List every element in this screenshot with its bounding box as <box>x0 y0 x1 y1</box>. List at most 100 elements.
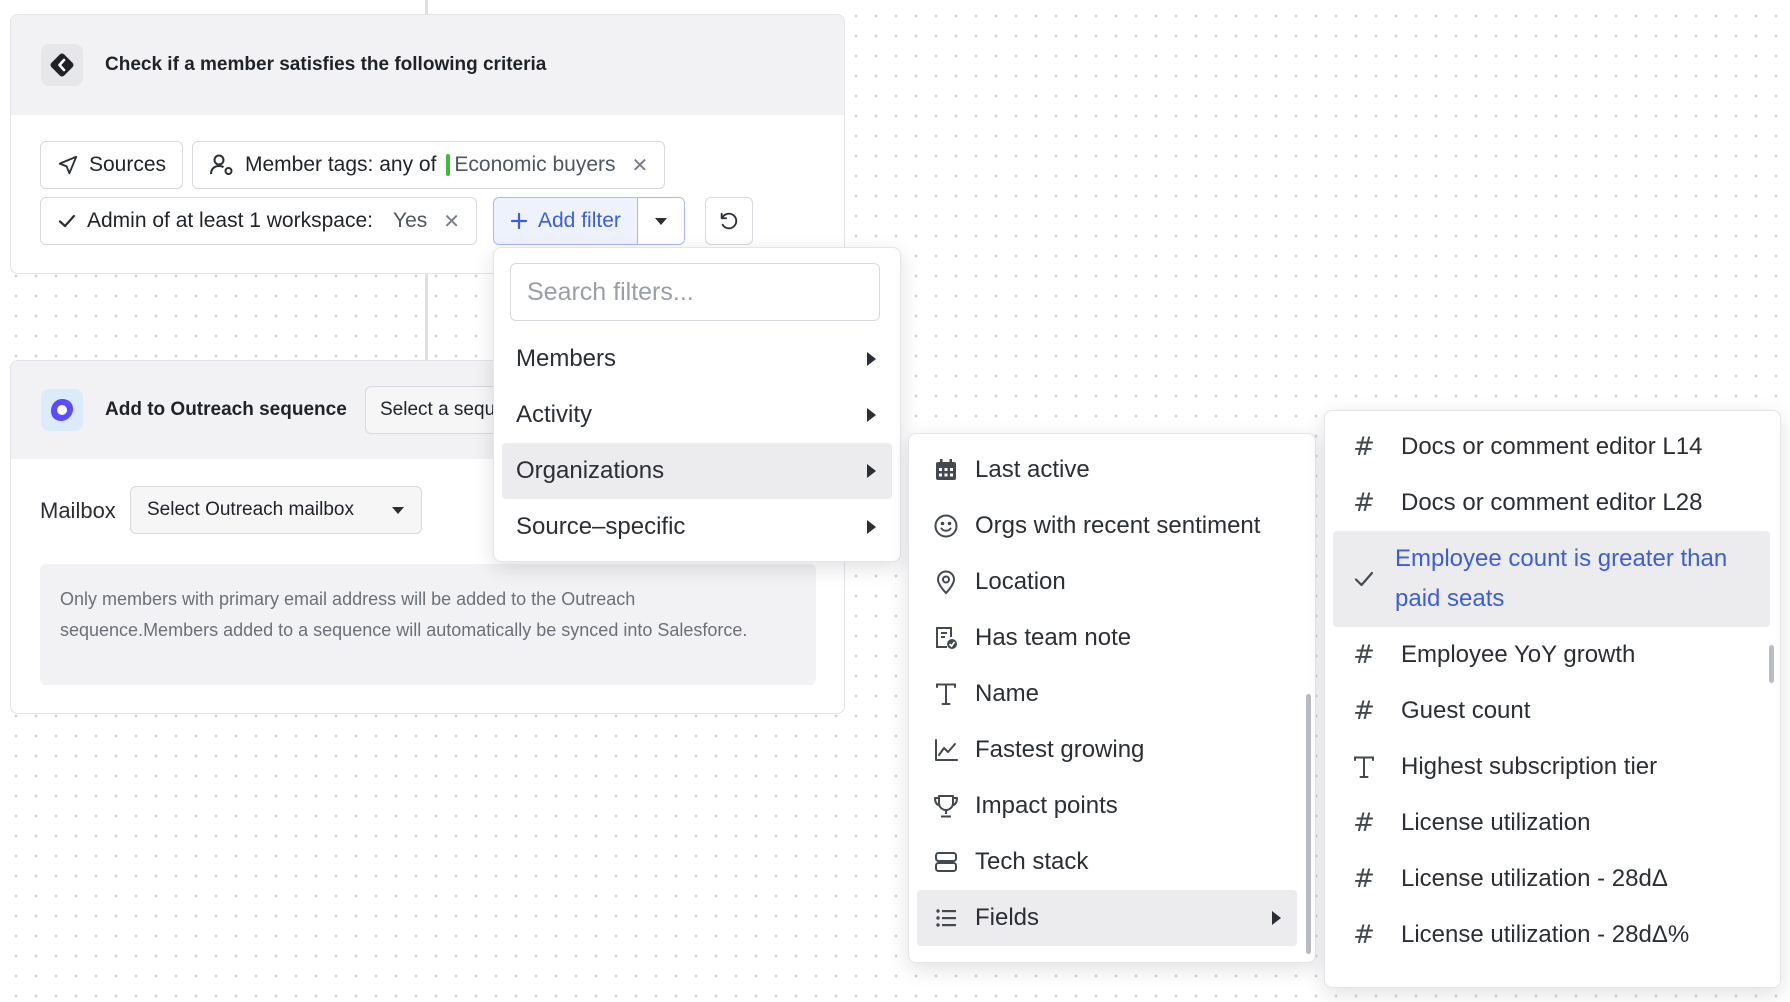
custom-field-label: License utilization <box>1401 809 1591 836</box>
org-field-label: Name <box>975 680 1040 707</box>
organizations-submenu-scrollbar[interactable] <box>1306 694 1311 954</box>
fields-submenu: # Docs or comment editor L14 # Docs or comm… <box>1324 410 1781 988</box>
sequence-select[interactable]: Select a sequence <box>365 386 500 434</box>
member-tags-filter-value: Economic buyers <box>454 153 616 176</box>
org-field-item[interactable]: Fastest growing <box>917 722 1297 778</box>
server-icon <box>931 847 961 877</box>
custom-field-label: License utilization - 28dΔ% <box>1401 921 1690 948</box>
org-field-item[interactable]: Tech stack <box>917 834 1297 890</box>
text-icon <box>931 679 961 709</box>
caret-down-icon <box>654 218 667 225</box>
org-field-item[interactable]: Location <box>917 554 1297 610</box>
sequence-select-value: Select a sequence <box>380 399 499 420</box>
custom-field-item[interactable]: # License utilization - 28dΔ% <box>1333 907 1770 963</box>
org-field-label: Impact points <box>975 792 1118 819</box>
remove-member-tags-filter-icon[interactable]: ✕ <box>632 153 649 178</box>
org-field-item[interactable]: Fields <box>917 890 1297 946</box>
line-chart-icon <box>931 735 961 765</box>
filter-category-label: Source–specific <box>516 513 686 540</box>
mailbox-select[interactable]: Select Outreach mailbox <box>130 486 422 534</box>
org-field-item[interactable]: Last active <box>917 442 1297 498</box>
sources-filter-label: Sources <box>89 153 167 176</box>
org-field-label: Fields <box>975 904 1040 931</box>
hash-icon: # <box>1353 808 1375 838</box>
filter-category-label: Members <box>516 345 617 372</box>
add-filter-dropdown-button[interactable] <box>637 198 684 244</box>
custom-field-label: Docs or comment editor L14 <box>1401 433 1703 460</box>
add-filter-split-button: Add filter <box>493 197 685 245</box>
submenu-arrow-icon <box>867 520 876 534</box>
custom-field-item[interactable]: # Guest count <box>1333 683 1770 739</box>
send-icon <box>58 155 78 175</box>
workflow-connector-middle <box>425 274 428 360</box>
hash-icon: # <box>1353 696 1375 726</box>
trophy-icon <box>931 791 961 821</box>
custom-field-item[interactable]: # License utilization - 28dΔ <box>1333 851 1770 907</box>
plus-icon <box>510 212 528 230</box>
filter-menu: Members Activity Organizations Source–speci… <box>493 247 901 562</box>
custom-field-label: Employee YoY growth <box>1401 641 1636 668</box>
add-filter-button[interactable]: Add filter <box>494 198 638 244</box>
branch-step-icon-tile <box>41 44 83 86</box>
admin-workspace-filter-label: Admin of at least 1 workspace: <box>87 209 373 232</box>
hash-icon: # <box>1353 488 1375 518</box>
hash-icon: # <box>1353 920 1375 950</box>
org-field-item[interactable]: Has team note <box>917 610 1297 666</box>
tag-color-indicator <box>446 154 451 176</box>
filter-category-1[interactable]: Activity <box>502 387 892 443</box>
custom-field-item[interactable]: # Docs or comment editor L14 <box>1333 419 1770 475</box>
hash-icon: # <box>1353 640 1375 670</box>
outreach-step-title: Add to Outreach sequence <box>105 399 347 420</box>
submenu-arrow-icon <box>867 408 876 422</box>
org-field-item[interactable]: Name <box>917 666 1297 722</box>
admin-workspace-filter-chip[interactable]: Admin of at least 1 workspace: Yes ✕ <box>40 197 478 245</box>
org-field-label: Has team note <box>975 624 1132 651</box>
org-field-item[interactable]: Orgs with recent sentiment <box>917 498 1297 554</box>
custom-field-label: Docs or comment editor L28 <box>1401 489 1703 516</box>
organizations-submenu: Last active Orgs with recent sentiment Loc… <box>908 433 1316 963</box>
outreach-icon-tile <box>41 389 83 431</box>
smiley-icon <box>931 511 961 541</box>
custom-field-item[interactable]: Highest subscription tier <box>1333 739 1770 795</box>
user-gear-icon <box>210 154 233 175</box>
org-field-label: Location <box>975 568 1066 595</box>
org-field-item[interactable]: Impact points <box>917 778 1297 834</box>
filter-category-label: Activity <box>516 401 593 428</box>
outreach-logo-icon <box>51 399 73 421</box>
criteria-step-header: Check if a member satisfies the followin… <box>11 15 844 115</box>
map-pin-icon <box>931 567 961 597</box>
hash-icon: # <box>1353 432 1375 462</box>
filter-category-0[interactable]: Members <box>502 331 892 387</box>
custom-field-label: Guest count <box>1401 697 1531 724</box>
outreach-info-note: Only members with primary email address … <box>40 564 816 685</box>
custom-field-label: Highest subscription tier <box>1401 753 1658 780</box>
submenu-arrow-icon <box>867 352 876 366</box>
member-tags-filter-chip[interactable]: Member tags: any of Economic buyers ✕ <box>192 141 666 189</box>
criteria-step-title: Check if a member satisfies the followin… <box>105 54 547 75</box>
outreach-info-text: Only members with primary email address … <box>60 589 748 640</box>
mailbox-label: Mailbox <box>40 498 116 523</box>
workflow-connector-top <box>425 0 428 14</box>
custom-field-label: License utilization - 28dΔ <box>1401 865 1668 892</box>
org-field-label: Last active <box>975 456 1090 483</box>
reset-filters-button[interactable] <box>705 197 753 245</box>
custom-field-item[interactable]: # Employee YoY growth <box>1333 627 1770 683</box>
custom-field-item[interactable]: # License utilization <box>1333 795 1770 851</box>
text-icon <box>1349 752 1379 782</box>
org-field-label: Orgs with recent sentiment <box>975 512 1261 539</box>
admin-workspace-filter-value: Yes <box>392 209 428 232</box>
submenu-arrow-icon <box>867 464 876 478</box>
sources-filter-chip[interactable]: Sources <box>40 141 184 189</box>
custom-field-item[interactable]: Employee count is greater than paid seat… <box>1333 531 1770 627</box>
caret-down-icon <box>392 507 404 514</box>
search-filters-input[interactable] <box>510 263 880 321</box>
org-field-label: Tech stack <box>975 848 1089 875</box>
filter-category-2[interactable]: Organizations <box>502 443 892 499</box>
undo-icon <box>720 212 738 230</box>
check-icon <box>58 214 76 228</box>
filter-category-label: Organizations <box>516 457 665 484</box>
custom-field-item[interactable]: # Docs or comment editor L28 <box>1333 475 1770 531</box>
filter-category-3[interactable]: Source–specific <box>502 499 892 555</box>
remove-admin-filter-icon[interactable]: ✕ <box>443 209 460 234</box>
list-icon <box>931 903 961 933</box>
